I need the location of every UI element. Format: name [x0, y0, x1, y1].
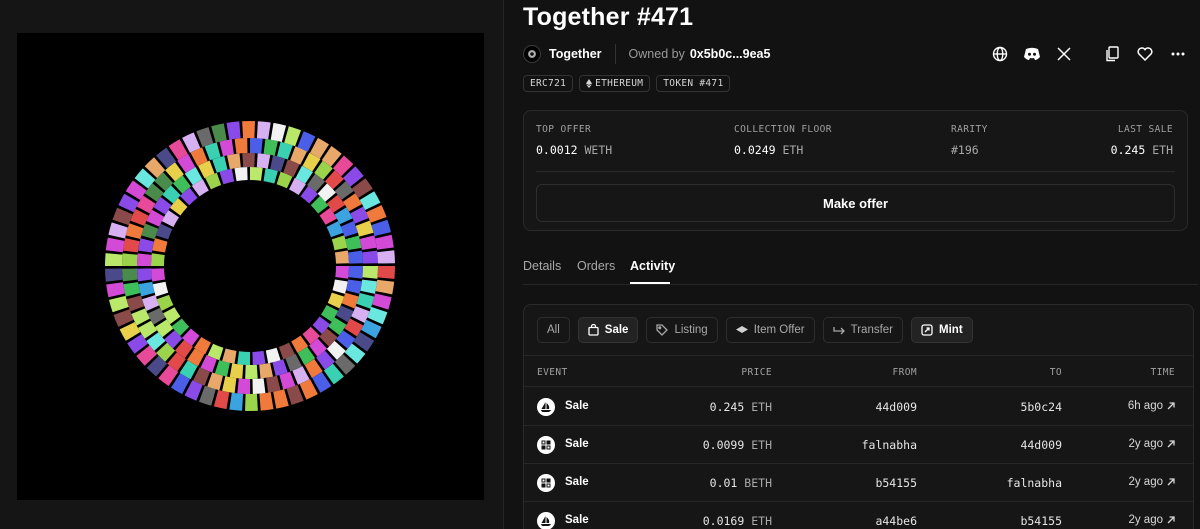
owned-by-label: Owned by: [628, 47, 685, 61]
to-address-link[interactable]: 44d009: [1020, 438, 1062, 452]
globe-icon[interactable]: [990, 44, 1010, 64]
separator: [614, 44, 616, 64]
bag-icon: [588, 324, 599, 336]
external-link-icon: [1167, 402, 1175, 410]
event-type: Sale: [565, 514, 589, 526]
col-price: PRICE: [741, 367, 772, 378]
to-address-link[interactable]: falnabha: [1007, 476, 1062, 490]
from-address-link[interactable]: 44d009: [875, 400, 917, 414]
external-link-icon: [1167, 478, 1175, 486]
filter-listing[interactable]: Listing: [646, 317, 718, 343]
col-from: FROM: [892, 367, 917, 378]
price-cell: 0.245 ETH: [709, 400, 772, 414]
filter-item-offer[interactable]: Item Offer: [725, 317, 815, 343]
col-to: TO: [1049, 367, 1062, 378]
tag-token-id: TOKEN #471: [656, 75, 731, 92]
opensea-icon: [537, 512, 555, 529]
to-address-link[interactable]: b54155: [1020, 514, 1062, 528]
stat-top-offer: TOP OFFER 0.0012 WETH: [536, 124, 613, 157]
divider: [536, 171, 1175, 172]
col-time: TIME: [1150, 367, 1175, 378]
more-icon[interactable]: [1168, 44, 1188, 64]
price-cell: 0.0169 ETH: [702, 514, 772, 528]
collection-owner-row: Together Owned by 0x5b0c...9ea5: [523, 44, 770, 64]
from-address-link[interactable]: b54155: [875, 476, 917, 490]
from-address-link[interactable]: a44be6: [875, 514, 917, 528]
time-link[interactable]: 6h ago: [1128, 400, 1175, 412]
event-type: Sale: [565, 438, 589, 450]
collection-name-link[interactable]: Together: [549, 47, 602, 61]
tag-standard: ERC721: [523, 75, 574, 92]
opensea-icon: [537, 398, 555, 416]
activity-filters: All Sale Listing Item Offer Transfer Min…: [537, 317, 973, 343]
nft-title: Together #471: [523, 3, 694, 31]
event-type: Sale: [565, 400, 589, 412]
ring-artwork-image: [105, 121, 395, 411]
table-row[interactable]: Sale 0.245 ETH 44d009 5b0c24 6h ago: [524, 388, 1193, 426]
details-panel: Together #471 Together Owned by 0x5b0c..…: [504, 0, 1200, 529]
external-link-icon: [1167, 516, 1175, 524]
external-link-icon: [1167, 440, 1175, 448]
stat-collection-floor: COLLECTION FLOOR 0.0249 ETH: [734, 124, 832, 157]
artwork-panel: [0, 0, 503, 529]
table-header: EVENT PRICE FROM TO TIME: [524, 355, 1193, 387]
from-address-link[interactable]: falnabha: [862, 438, 917, 452]
table-row[interactable]: Sale 0.01 BETH b54155 falnabha 2y ago: [524, 464, 1193, 502]
layers-icon: [735, 325, 748, 333]
stats-card: TOP OFFER 0.0012 WETH COLLECTION FLOOR 0…: [523, 110, 1188, 231]
tag-icon: [656, 324, 669, 336]
filter-sale[interactable]: Sale: [577, 317, 639, 343]
table-row[interactable]: Sale 0.0099 ETH falnabha 44d009 2y ago: [524, 426, 1193, 464]
filter-transfer[interactable]: Transfer: [822, 317, 904, 343]
detail-tabs: Details Orders Activity: [523, 250, 1198, 285]
event-type: Sale: [565, 476, 589, 488]
time-link[interactable]: 2y ago: [1128, 514, 1175, 526]
ethereum-icon: [586, 79, 593, 88]
filter-mint[interactable]: Mint: [911, 317, 973, 343]
token-tags: ERC721 ETHEREUM TOKEN #471: [523, 75, 731, 92]
transfer-icon: [832, 327, 845, 335]
table-row[interactable]: Sale 0.0169 ETH a44be6 b54155 2y ago: [524, 502, 1193, 529]
copy-icon[interactable]: [1102, 44, 1122, 64]
blur-icon: [537, 474, 555, 492]
col-event: EVENT: [537, 367, 568, 378]
filter-all[interactable]: All: [537, 317, 570, 343]
to-address-link[interactable]: 5b0c24: [1020, 400, 1062, 414]
active-tab-indicator: [630, 282, 670, 284]
discord-icon[interactable]: [1022, 44, 1042, 64]
collection-avatar[interactable]: [523, 45, 541, 63]
price-cell: 0.0099 ETH: [702, 438, 772, 452]
x-icon[interactable]: [1054, 44, 1074, 64]
price-cell: 0.01 BETH: [709, 476, 772, 490]
nft-artwork[interactable]: [17, 33, 484, 500]
activity-card: All Sale Listing Item Offer Transfer Min…: [523, 304, 1194, 529]
stat-last-sale: LAST SALE 0.245 ETH: [1110, 124, 1173, 157]
time-link[interactable]: 2y ago: [1128, 476, 1175, 488]
tag-chain: ETHEREUM: [579, 75, 651, 92]
make-offer-button[interactable]: Make offer: [536, 184, 1175, 222]
tab-details[interactable]: Details: [523, 259, 561, 273]
time-link[interactable]: 2y ago: [1128, 438, 1175, 450]
heart-icon[interactable]: [1135, 44, 1155, 64]
stat-rarity: RARITY #196: [951, 124, 988, 157]
mint-icon: [921, 324, 933, 336]
owner-address-link[interactable]: 0x5b0c...9ea5: [690, 47, 771, 61]
tab-orders[interactable]: Orders: [577, 259, 615, 273]
tab-activity[interactable]: Activity: [630, 259, 675, 273]
blur-icon: [537, 436, 555, 454]
